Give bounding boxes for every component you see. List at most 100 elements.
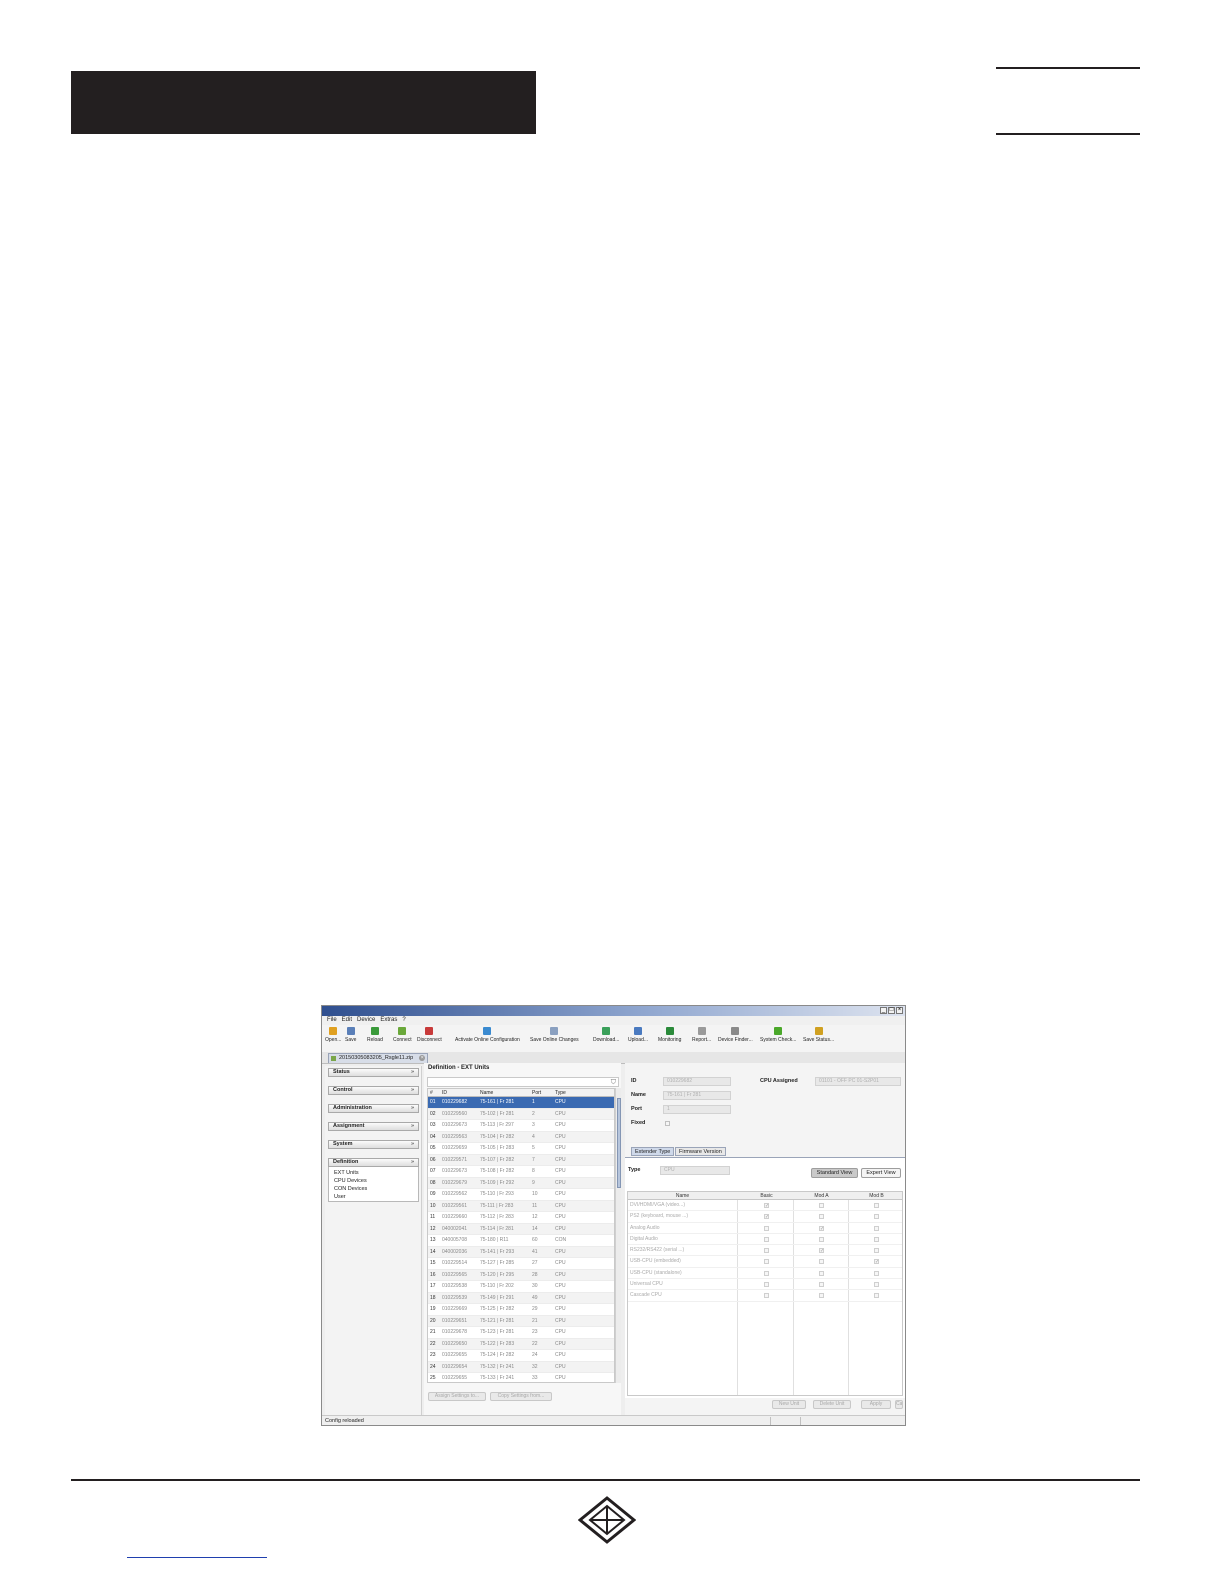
table-row[interactable]: 04 010229563 75-104 | Fr 282 4 CPU: [428, 1131, 614, 1143]
feature-checkbox[interactable]: [764, 1282, 769, 1288]
id-field[interactable]: 010229682: [663, 1077, 731, 1086]
feature-checkbox[interactable]: [764, 1259, 769, 1265]
nav-assignment[interactable]: Assignment »: [328, 1122, 419, 1131]
feature-checkbox[interactable]: ✓: [819, 1248, 824, 1254]
feature-checkbox[interactable]: [819, 1293, 824, 1299]
feature-checkbox[interactable]: [764, 1270, 769, 1276]
table-scrollbar[interactable]: [615, 1088, 621, 1383]
table-row[interactable]: 22 010229650 75-122 | Fr 283 22 CPU: [428, 1338, 614, 1350]
toolbar-button-11[interactable]: Device Finder...: [718, 1027, 753, 1043]
table-row[interactable]: 25 010229655 75-133 | Fr 241 33 CPU: [428, 1373, 614, 1382]
column-header-name[interactable]: Name: [480, 1089, 530, 1097]
nav-cpu-devices[interactable]: CPU Devices: [334, 1177, 418, 1185]
filter-input[interactable]: ⛉: [427, 1077, 619, 1087]
minimize-icon[interactable]: _: [880, 1007, 887, 1014]
table-row[interactable]: 11 010229660 75-112 | Fr 283 12 CPU: [428, 1212, 614, 1224]
file-tab[interactable]: 20150305083205_Rsgle11.zip ×: [328, 1053, 429, 1063]
column-header-mod-b[interactable]: Mod B: [849, 1192, 904, 1199]
feature-checkbox[interactable]: [819, 1270, 824, 1276]
feature-checkbox[interactable]: [764, 1236, 769, 1242]
table-row[interactable]: 20 010229651 75-121 | Fr 281 21 CPU: [428, 1315, 614, 1327]
menu-file[interactable]: File: [327, 1016, 337, 1025]
type-field[interactable]: CPU: [660, 1166, 730, 1175]
table-row[interactable]: 05 010229659 75-105 | Fr 283 5 CPU: [428, 1143, 614, 1155]
feature-checkbox[interactable]: [874, 1225, 879, 1231]
column-header-basic[interactable]: Basic: [739, 1192, 794, 1199]
feature-checkbox[interactable]: [874, 1236, 879, 1242]
name-field[interactable]: 75-161 | Fr 281: [663, 1091, 731, 1100]
tab-firmware-version[interactable]: Firmware Version: [675, 1147, 726, 1156]
feature-checkbox[interactable]: ✓: [874, 1259, 879, 1265]
fixed-checkbox[interactable]: [665, 1121, 670, 1126]
toolbar-button-1[interactable]: Save: [345, 1027, 356, 1043]
table-row[interactable]: 16 010229565 75-120 | Fr 295 28 CPU: [428, 1269, 614, 1281]
feature-checkbox[interactable]: [764, 1248, 769, 1254]
menu-device[interactable]: Device: [357, 1016, 375, 1025]
nav-ext-units[interactable]: EXT Units: [334, 1169, 418, 1177]
feature-checkbox[interactable]: [819, 1236, 824, 1242]
expert-view-button[interactable]: Expert View: [861, 1168, 901, 1178]
feature-checkbox[interactable]: [874, 1203, 879, 1208]
toolbar-button-2[interactable]: Reload: [367, 1027, 383, 1043]
table-row[interactable]: 17 010229538 75-110 | Fr 202 30 CPU: [428, 1281, 614, 1293]
table-row[interactable]: 21 010229678 75-123 | Fr 281 23 CPU: [428, 1327, 614, 1339]
feature-checkbox[interactable]: [764, 1293, 769, 1299]
copy-settings-button[interactable]: Copy Settings from...: [490, 1392, 552, 1401]
feature-checkbox[interactable]: ✓: [764, 1214, 769, 1220]
toolbar-button-6[interactable]: Save Online Changes: [530, 1027, 579, 1043]
table-row[interactable]: 01 010229682 75-161 | Fr 281 1 CPU: [428, 1097, 614, 1109]
column-header-number[interactable]: #: [430, 1089, 440, 1097]
table-row[interactable]: 18 010229539 75-149 | Fr 291 49 CPU: [428, 1292, 614, 1304]
toolbar-button-3[interactable]: Connect: [393, 1027, 412, 1043]
table-row[interactable]: 06 010229571 75-107 | Fr 282 7 CPU: [428, 1154, 614, 1166]
nav-administration[interactable]: Administration »: [328, 1104, 419, 1113]
feature-checkbox[interactable]: [819, 1214, 824, 1220]
apply-button[interactable]: Apply: [861, 1400, 891, 1409]
column-header-mod-a[interactable]: Mod A: [794, 1192, 849, 1199]
feature-checkbox[interactable]: [874, 1248, 879, 1254]
table-row[interactable]: 15 010229514 75-127 | Fr 285 27 CPU: [428, 1258, 614, 1270]
footer-link-underline[interactable]: [127, 1557, 267, 1558]
feature-checkbox[interactable]: [874, 1214, 879, 1220]
toolbar-button-7[interactable]: Download...: [593, 1027, 619, 1043]
toolbar-button-5[interactable]: Activate Online Configuration: [455, 1027, 520, 1043]
nav-definition[interactable]: Definition »: [328, 1158, 419, 1167]
close-tab-icon[interactable]: ×: [419, 1055, 426, 1061]
toolbar-button-0[interactable]: Open...: [325, 1027, 341, 1043]
filter-icon[interactable]: ⛉: [611, 1079, 616, 1086]
table-row[interactable]: 03 010229673 75-113 | Fr 297 3 CPU: [428, 1120, 614, 1132]
feature-checkbox[interactable]: [874, 1293, 879, 1299]
nav-control[interactable]: Control »: [328, 1086, 419, 1095]
port-field[interactable]: 1: [663, 1105, 731, 1114]
feature-checkbox[interactable]: ✓: [764, 1203, 769, 1209]
scrollbar-thumb[interactable]: [617, 1098, 621, 1188]
feature-checkbox[interactable]: [819, 1259, 824, 1265]
toolbar-button-12[interactable]: System Check...: [760, 1027, 796, 1043]
menu-help[interactable]: ?: [402, 1016, 405, 1025]
new-unit-button[interactable]: New Unit: [772, 1400, 806, 1409]
feature-checkbox[interactable]: [819, 1203, 824, 1208]
feature-checkbox[interactable]: [764, 1225, 769, 1231]
table-row[interactable]: 08 010229679 75-109 | Fr 292 9 CPU: [428, 1177, 614, 1189]
feature-checkbox[interactable]: [874, 1270, 879, 1276]
feature-checkbox[interactable]: ✓: [819, 1225, 824, 1231]
toolbar-button-8[interactable]: Upload...: [628, 1027, 648, 1043]
table-row[interactable]: 23 010229655 75-124 | Fr 282 24 CPU: [428, 1350, 614, 1362]
maximize-icon[interactable]: □: [888, 1007, 895, 1014]
toolbar-button-10[interactable]: Report...: [692, 1027, 711, 1043]
menu-edit[interactable]: Edit: [342, 1016, 352, 1025]
toolbar-button-4[interactable]: Disconnect: [417, 1027, 442, 1043]
table-row[interactable]: 07 010229673 75-108 | Fr 282 8 CPU: [428, 1166, 614, 1178]
table-row[interactable]: 12 040002041 75-114 | Fr 281 14 CPU: [428, 1223, 614, 1235]
menu-extras[interactable]: Extras: [380, 1016, 397, 1025]
column-header-feature-name[interactable]: Name: [630, 1192, 735, 1199]
feature-checkbox[interactable]: [874, 1282, 879, 1288]
column-header-id[interactable]: ID: [442, 1089, 478, 1097]
nav-system[interactable]: System »: [328, 1140, 419, 1149]
nav-user[interactable]: User: [334, 1193, 418, 1201]
close-icon[interactable]: ×: [896, 1007, 903, 1014]
cpu-assigned-field[interactable]: 01101 - OFF PC 01-S2P01: [815, 1077, 901, 1086]
toolbar-button-9[interactable]: Monitoring: [658, 1027, 681, 1043]
table-row[interactable]: 10 010229561 75-111 | Fr 283 11 CPU: [428, 1200, 614, 1212]
nav-con-devices[interactable]: CON Devices: [334, 1185, 418, 1193]
